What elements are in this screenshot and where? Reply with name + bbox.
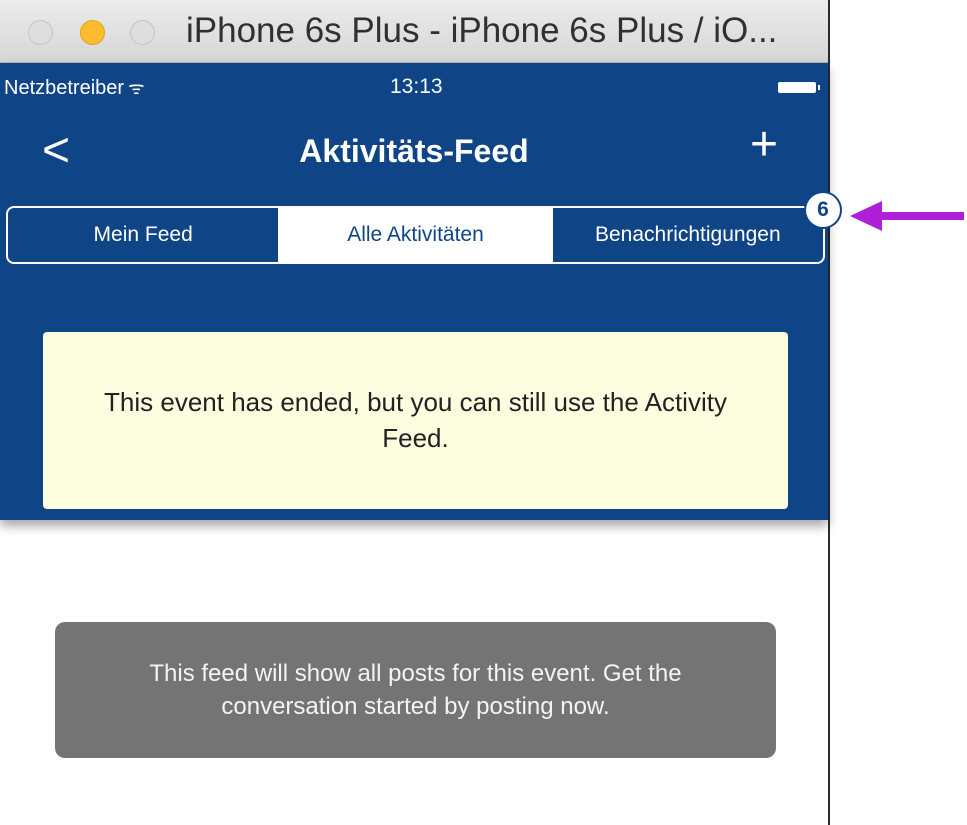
status-bar-carrier: Netzbetreiber ᯤ	[4, 76, 145, 100]
phone-screen: Netzbetreiber ᯤ 13:13 < Aktivitäts-Feed +…	[0, 63, 840, 825]
carrier-label: Netzbetreiber	[4, 77, 125, 99]
wifi-icon: ᯤ	[128, 78, 145, 98]
notification-count-badge: 6	[806, 193, 840, 227]
simulator-window: iPhone 6s Plus - iPhone 6s Plus / iO... …	[0, 0, 840, 825]
arrow-left-icon	[850, 201, 964, 231]
window-title: iPhone 6s Plus - iPhone 6s Plus / iO...	[186, 11, 778, 50]
plus-icon: +	[750, 118, 779, 171]
empty-feed-message-text: This feed will show all posts for this e…	[149, 659, 682, 720]
event-ended-notice: This event has ended, but you can still …	[43, 332, 788, 509]
add-post-button[interactable]: +	[750, 121, 778, 169]
tab-benachrichtigungen[interactable]: Benachrichtigungen	[550, 208, 823, 262]
window-minimize-button[interactable]	[80, 20, 105, 45]
event-ended-notice-text: This event has ended, but you can still …	[104, 387, 727, 453]
tab-mein-feed[interactable]: Mein Feed	[8, 208, 278, 262]
window-close-button[interactable]	[28, 20, 53, 45]
window-zoom-button[interactable]	[130, 20, 155, 45]
empty-feed-message: This feed will show all posts for this e…	[55, 622, 776, 758]
header-area: Netzbetreiber ᯤ 13:13 < Aktivitäts-Feed +…	[0, 63, 840, 520]
feed-segmented-control: Mein Feed Alle Aktivitäten Benachrichtig…	[6, 206, 825, 264]
battery-icon	[778, 82, 820, 93]
status-bar-time: 13:13	[390, 75, 443, 98]
page-title: Aktivitäts-Feed	[299, 133, 529, 169]
tab-alle-aktivitaeten[interactable]: Alle Aktivitäten	[278, 208, 551, 262]
window-titlebar: iPhone 6s Plus - iPhone 6s Plus / iO...	[0, 0, 828, 63]
